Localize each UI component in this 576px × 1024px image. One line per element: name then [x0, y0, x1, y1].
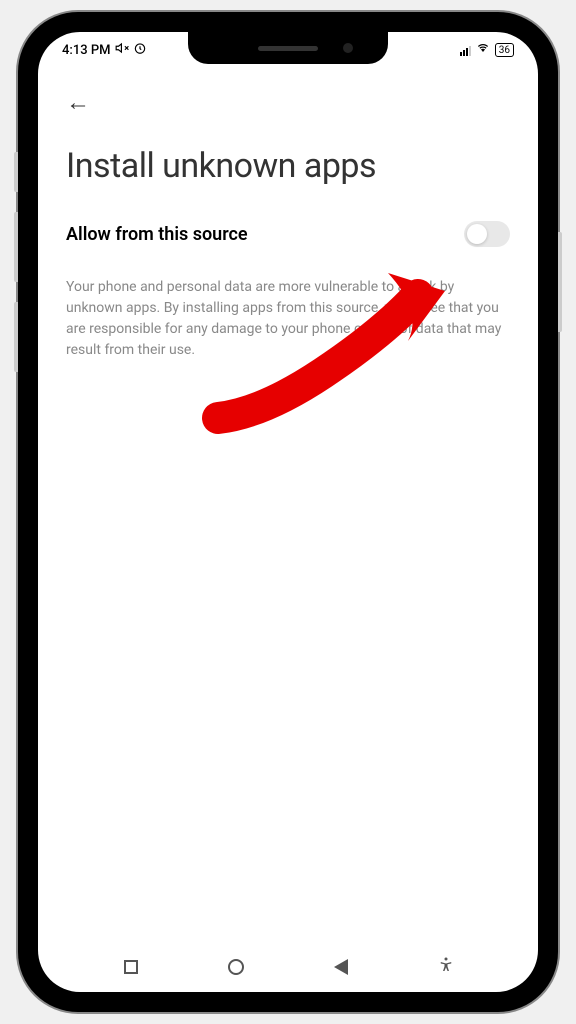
home-icon	[228, 959, 244, 975]
toggle-knob	[467, 224, 487, 244]
nav-back-button[interactable]	[321, 947, 361, 987]
nav-home-button[interactable]	[216, 947, 256, 987]
mute-icon	[115, 41, 129, 59]
alarm-icon	[133, 41, 147, 59]
power-button	[558, 232, 562, 332]
phone-frame: 4:13 PM	[18, 12, 558, 1012]
battery-icon: 36	[495, 43, 514, 57]
phone-screen: 4:13 PM	[38, 32, 538, 992]
page-title: Install unknown apps	[66, 146, 510, 186]
speaker	[258, 46, 318, 51]
back-arrow-icon: ←	[66, 88, 90, 117]
back-button[interactable]: ←	[66, 88, 94, 116]
side-button	[14, 152, 18, 192]
navigation-bar	[38, 942, 538, 992]
nav-accessibility-button[interactable]	[426, 947, 466, 987]
allow-source-toggle[interactable]	[464, 221, 510, 247]
volume-up-button	[14, 212, 18, 282]
content-area: ← Install unknown apps Allow from this s…	[38, 68, 538, 942]
wifi-icon	[475, 42, 491, 58]
status-time: 4:13 PM	[62, 43, 111, 58]
front-camera	[343, 43, 353, 53]
volume-down-button	[14, 302, 18, 372]
accessibility-icon	[437, 956, 455, 979]
back-nav-icon	[334, 959, 348, 975]
warning-description: Your phone and personal data are more vu…	[66, 277, 510, 361]
phone-notch	[188, 32, 388, 64]
status-right: 36	[460, 42, 514, 58]
allow-source-label: Allow from this source	[66, 224, 248, 245]
nav-recents-button[interactable]	[111, 947, 151, 987]
allow-source-row[interactable]: Allow from this source	[66, 221, 510, 247]
battery-percent: 36	[499, 45, 510, 56]
signal-icon	[460, 44, 471, 56]
status-left: 4:13 PM	[62, 41, 147, 59]
recents-icon	[124, 960, 138, 974]
